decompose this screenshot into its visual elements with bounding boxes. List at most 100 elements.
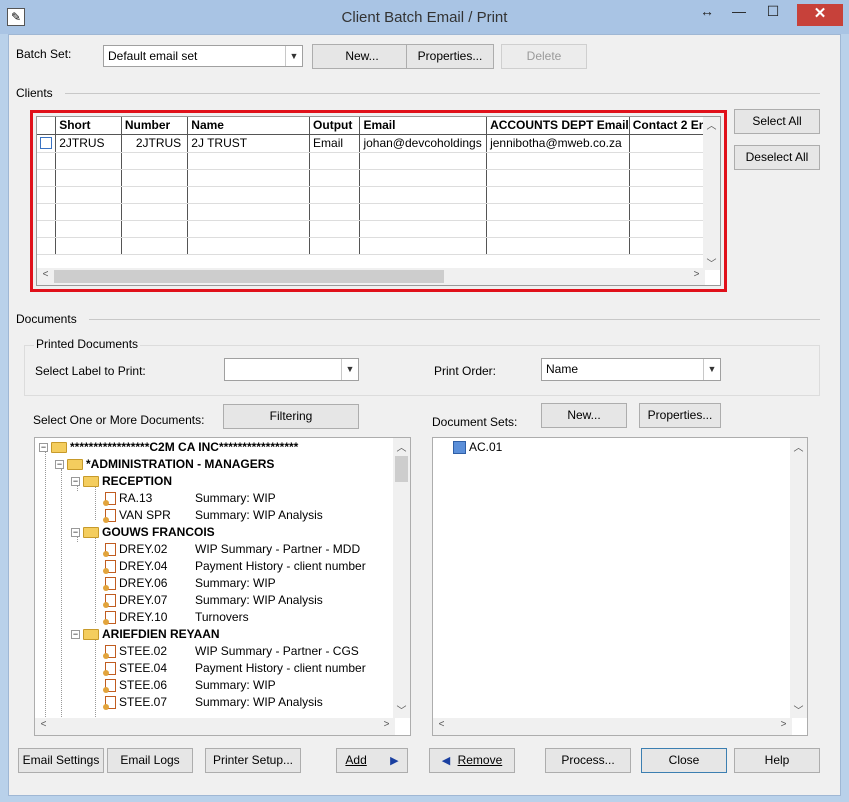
close-button[interactable]: Close bbox=[641, 748, 727, 773]
print-order-select[interactable]: Name ▼ bbox=[541, 358, 721, 381]
column-header-accounts-email[interactable]: ACCOUNTS DEPT Email bbox=[486, 117, 630, 135]
scroll-up-icon[interactable]: ︿ bbox=[790, 439, 807, 454]
scroll-thumb[interactable] bbox=[395, 456, 408, 482]
doc-sets-properties-button[interactable]: Properties... bbox=[639, 403, 721, 428]
scroll-left-icon[interactable]: < bbox=[433, 719, 450, 730]
row-checkbox-cell[interactable] bbox=[37, 134, 57, 153]
doc-desc: Payment History - client number bbox=[195, 661, 366, 675]
scroll-up-icon[interactable]: ︿ bbox=[393, 439, 410, 454]
doc-set-item[interactable]: AC.01 bbox=[453, 439, 502, 456]
doc-sets-vertical-scrollbar[interactable]: ︿ ﹀ bbox=[790, 438, 807, 718]
collapse-icon[interactable]: − bbox=[55, 460, 64, 470]
document-icon bbox=[103, 679, 116, 694]
email-logs-button[interactable]: Email Logs bbox=[107, 748, 193, 773]
table-row[interactable] bbox=[37, 203, 720, 221]
scroll-left-icon[interactable]: < bbox=[35, 719, 52, 730]
collapse-icon[interactable]: − bbox=[39, 443, 48, 453]
doc-desc: WIP Summary - Partner - MDD bbox=[195, 542, 361, 556]
doc-sets-horizontal-scrollbar[interactable]: < > bbox=[433, 718, 792, 735]
batch-set-select[interactable]: Default email set ▼ bbox=[103, 45, 303, 67]
clients-vertical-scrollbar[interactable]: ︿ ﹀ bbox=[703, 117, 720, 270]
column-header-output[interactable]: Output bbox=[309, 117, 361, 135]
documents-tree[interactable]: − *****************C2M CA INC************… bbox=[34, 437, 411, 736]
scroll-right-icon[interactable]: > bbox=[378, 719, 395, 730]
clients-table: Short Number Name Output Email ACCOUNTS … bbox=[37, 117, 720, 255]
tree-doc-item[interactable]: DREY.07 bbox=[103, 592, 167, 609]
process-button[interactable]: Process... bbox=[545, 748, 631, 773]
dialog-body: Batch Set: Default email set ▼ New... Pr… bbox=[8, 34, 841, 796]
doc-code: DREY.10 bbox=[119, 610, 168, 624]
label-to-print-select[interactable]: ▼ bbox=[224, 358, 359, 381]
tree-doc-item[interactable]: STEE.04 bbox=[103, 660, 167, 677]
tree-vertical-scrollbar[interactable]: ︿ ﹀ bbox=[393, 438, 410, 718]
email-settings-button[interactable]: Email Settings bbox=[18, 748, 104, 773]
tree-doc-item[interactable]: DREY.04 bbox=[103, 558, 167, 575]
select-column-header bbox=[37, 117, 57, 135]
collapse-icon[interactable]: − bbox=[71, 630, 80, 640]
tree-doc-item[interactable]: STEE.06 bbox=[103, 677, 167, 694]
tree-node-group[interactable]: − RECEPTION bbox=[71, 473, 172, 490]
tree-doc-item[interactable]: DREY.02 bbox=[103, 541, 167, 558]
tree-doc-item[interactable]: VAN SPR bbox=[103, 507, 171, 524]
doc-code: STEE.02 bbox=[119, 644, 168, 658]
add-button[interactable]: Add ▶ bbox=[336, 748, 408, 773]
clients-grid[interactable]: Short Number Name Output Email ACCOUNTS … bbox=[36, 116, 721, 286]
tree-node-admin[interactable]: − *ADMINISTRATION - MANAGERS bbox=[55, 456, 274, 473]
batch-set-value: Default email set bbox=[108, 49, 198, 63]
scroll-left-icon[interactable]: < bbox=[37, 269, 54, 280]
table-row[interactable] bbox=[37, 186, 720, 204]
table-row[interactable]: 2JTRUS 2JTRUS 2J TRUST Email johan@devco… bbox=[37, 134, 720, 153]
scroll-down-icon[interactable]: ﹀ bbox=[790, 702, 807, 717]
batch-new-button[interactable]: New... bbox=[312, 44, 412, 69]
select-all-button[interactable]: Select All bbox=[734, 109, 820, 134]
scroll-thumb[interactable] bbox=[54, 270, 444, 283]
help-button[interactable]: Help bbox=[734, 748, 820, 773]
collapse-icon[interactable]: − bbox=[71, 477, 80, 487]
column-header-short[interactable]: Short bbox=[55, 117, 122, 135]
printer-setup-button[interactable]: Printer Setup... bbox=[205, 748, 301, 773]
document-icon bbox=[103, 577, 116, 592]
row-checkbox[interactable] bbox=[40, 136, 52, 149]
clients-horizontal-scrollbar[interactable]: < > bbox=[37, 268, 705, 285]
collapse-icon[interactable]: − bbox=[71, 528, 80, 538]
batch-properties-button[interactable]: Properties... bbox=[406, 44, 494, 69]
table-row[interactable] bbox=[37, 237, 720, 255]
cell-short: 2JTRUS bbox=[55, 134, 122, 153]
clients-section-label: Clients bbox=[16, 86, 53, 100]
scroll-down-icon[interactable]: ﹀ bbox=[393, 702, 410, 717]
filtering-button[interactable]: Filtering bbox=[223, 404, 359, 429]
scroll-up-icon[interactable]: ︿ bbox=[703, 117, 720, 132]
document-sets-tree[interactable]: AC.01 ︿ ﹀ < > bbox=[432, 437, 808, 736]
scroll-right-icon[interactable]: > bbox=[688, 269, 705, 280]
scroll-down-icon[interactable]: ﹀ bbox=[703, 255, 720, 270]
tree-doc-item[interactable]: DREY.10 bbox=[103, 609, 168, 626]
table-row[interactable] bbox=[37, 169, 720, 187]
folder-icon bbox=[83, 629, 99, 641]
scroll-right-icon[interactable]: > bbox=[775, 719, 792, 730]
tree-node-group[interactable]: − ARIEFDIEN REYAAN bbox=[71, 626, 220, 643]
tree-doc-item[interactable]: DREY.06 bbox=[103, 575, 167, 592]
tree-doc-item[interactable]: RA.13 bbox=[103, 490, 152, 507]
table-row[interactable] bbox=[37, 152, 720, 170]
tree-horizontal-scrollbar[interactable]: < > bbox=[35, 718, 395, 735]
column-header-email[interactable]: Email bbox=[359, 117, 488, 135]
tree-doc-item[interactable]: STEE.02 bbox=[103, 643, 168, 660]
restore-icon[interactable]: ↔ bbox=[693, 0, 721, 22]
batch-delete-button[interactable]: Delete bbox=[501, 44, 587, 69]
doc-desc: Summary: WIP Analysis bbox=[195, 695, 323, 709]
documents-section-label: Documents bbox=[16, 312, 77, 326]
column-header-name[interactable]: Name bbox=[187, 117, 311, 135]
doc-sets-new-button[interactable]: New... bbox=[541, 403, 627, 428]
table-row[interactable] bbox=[37, 220, 720, 238]
remove-button[interactable]: ◀ Remove bbox=[429, 748, 515, 773]
clients-separator bbox=[65, 93, 820, 94]
column-header-number[interactable]: Number bbox=[121, 117, 189, 135]
tree-guide bbox=[95, 537, 96, 623]
tree-node-root[interactable]: − *****************C2M CA INC************… bbox=[39, 439, 298, 456]
minimize-button[interactable]: — bbox=[725, 0, 753, 22]
maximize-button[interactable]: ☐ bbox=[759, 0, 787, 22]
tree-node-group[interactable]: − GOUWS FRANCOIS bbox=[71, 524, 215, 541]
deselect-all-button[interactable]: Deselect All bbox=[734, 145, 820, 170]
tree-doc-item[interactable]: STEE.07 bbox=[103, 694, 167, 711]
close-window-button[interactable]: ✕ bbox=[797, 4, 843, 26]
